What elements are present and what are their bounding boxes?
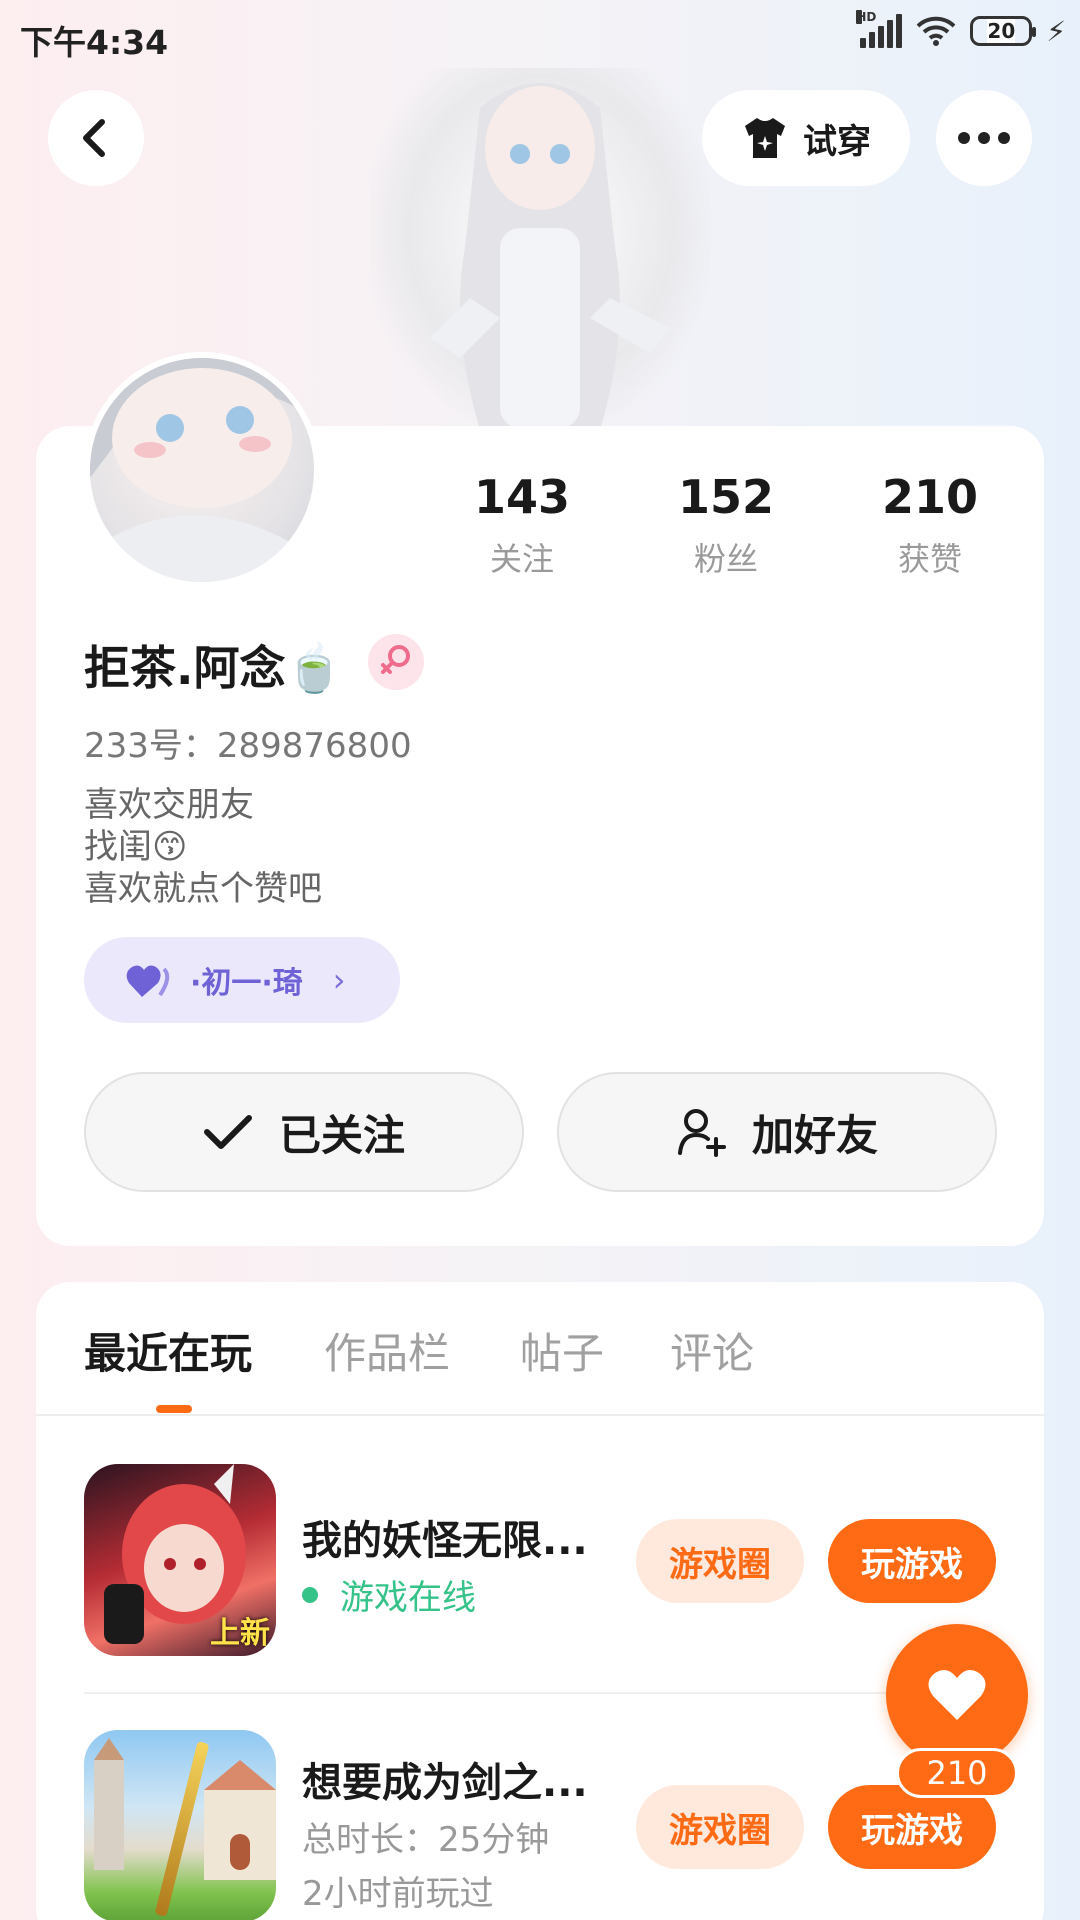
heart-icon — [928, 1669, 986, 1720]
chevron-left-icon — [83, 119, 105, 157]
relation-tag[interactable]: ·初一·琦 › — [84, 937, 400, 1023]
battery-level: 20 — [987, 19, 1016, 43]
game-icon[interactable] — [84, 1730, 276, 1920]
list-divider — [84, 1692, 996, 1694]
wifi-icon — [916, 16, 956, 46]
likes-count: 210 — [881, 470, 979, 524]
status-time: 下午4:34 — [20, 23, 169, 62]
tshirt-icon — [745, 118, 785, 158]
more-options-button[interactable] — [936, 90, 1032, 186]
network-type-label: HD — [856, 10, 877, 24]
female-gender-icon — [368, 634, 424, 690]
user-bio: 喜欢交朋友 找闺😙 喜欢就点个赞吧 — [84, 784, 322, 910]
online-dot-icon — [302, 1586, 318, 1603]
stat-fans[interactable]: 152 粉丝 — [646, 470, 806, 580]
purple-heart-icon — [126, 965, 170, 997]
like-count-badge: 210 — [896, 1748, 1018, 1798]
user-id: 233号：289876800 — [84, 726, 412, 766]
profile-3d-avatar — [330, 68, 750, 430]
bio-line: 找闺😙 — [84, 827, 188, 867]
play-game-button[interactable]: 玩游戏 — [828, 1519, 996, 1603]
play-duration: 总时长：25分钟 — [302, 1820, 550, 1860]
new-badge: 上新 — [210, 1616, 270, 1651]
tab-comments[interactable]: 评论 — [670, 1320, 754, 1381]
relation-tag-label: ·初一·琦 — [190, 966, 303, 1001]
followed-button[interactable]: 已关注 — [84, 1072, 524, 1192]
following-label: 关注 — [489, 540, 554, 578]
add-friend-label: 加好友 — [751, 1110, 878, 1160]
game-circle-button[interactable]: 游戏圈 — [636, 1785, 804, 1869]
try-on-button[interactable]: 试穿 — [702, 90, 910, 186]
like-button[interactable] — [886, 1624, 1028, 1766]
game-title[interactable]: 想要成为剑之... — [302, 1750, 588, 1808]
stat-likes[interactable]: 210 获赞 — [850, 470, 1010, 580]
fans-label: 粉丝 — [693, 540, 758, 578]
checkmark-icon — [203, 1115, 252, 1149]
tab-recently-played[interactable]: 最近在玩 — [84, 1320, 252, 1381]
charging-icon: ⚡ — [1046, 14, 1066, 48]
following-count: 143 — [473, 470, 571, 524]
online-status-label: 游戏在线 — [340, 1578, 476, 1618]
game-circle-button[interactable]: 游戏圈 — [636, 1519, 804, 1603]
tab-works[interactable]: 作品栏 — [324, 1320, 450, 1381]
stat-following[interactable]: 143 关注 — [442, 470, 602, 580]
likes-label: 获赞 — [897, 540, 962, 578]
try-on-label: 试穿 — [803, 121, 871, 162]
user-name: 拒茶.阿念🍵 — [84, 641, 343, 695]
tab-posts[interactable]: 帖子 — [520, 1320, 604, 1381]
active-tab-indicator — [156, 1405, 192, 1413]
followed-label: 已关注 — [278, 1110, 405, 1160]
bio-line: 喜欢就点个赞吧 — [84, 869, 322, 909]
last-played: 2小时前玩过 — [302, 1874, 494, 1914]
more-dots-icon — [958, 132, 1010, 144]
status-bar: 下午4:34 HD 20 ⚡ — [0, 0, 1080, 72]
add-friend-button[interactable]: 加好友 — [557, 1072, 997, 1192]
add-user-icon — [677, 1109, 726, 1157]
fans-count: 152 — [677, 470, 775, 524]
bio-line: 喜欢交朋友 — [84, 785, 254, 825]
back-button[interactable] — [48, 90, 144, 186]
tab-divider — [36, 1414, 1044, 1416]
game-title[interactable]: 我的妖怪无限... — [302, 1508, 588, 1566]
game-icon[interactable]: 上新 — [84, 1464, 276, 1656]
game-online-status: 游戏在线 — [302, 1570, 476, 1619]
cellular-signal-icon: HD — [856, 10, 903, 48]
battery-icon: 20 — [970, 16, 1037, 46]
avatar[interactable] — [84, 352, 320, 588]
chevron-right-icon: › — [332, 961, 346, 999]
